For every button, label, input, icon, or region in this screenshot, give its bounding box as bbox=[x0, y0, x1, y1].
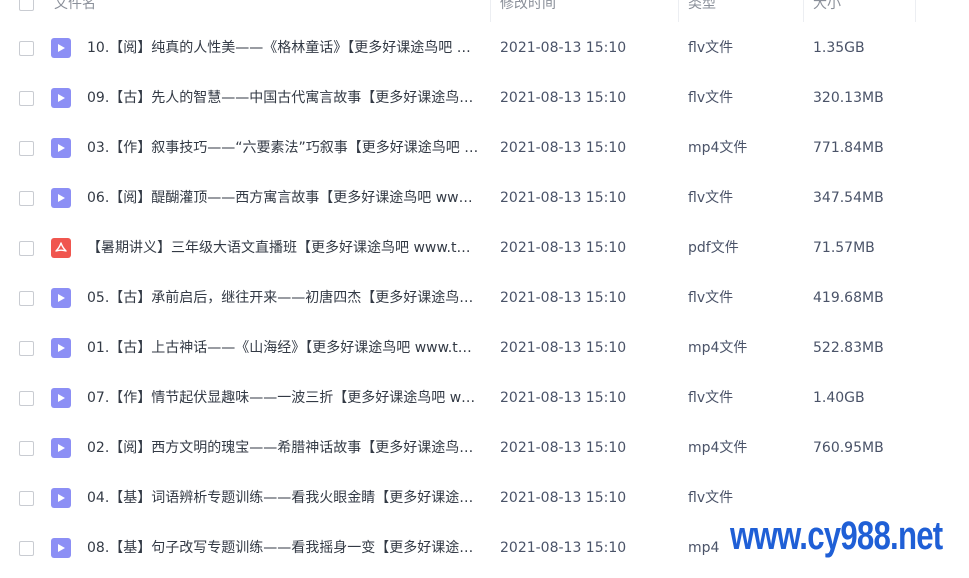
file-type: mp4文件 bbox=[688, 140, 748, 156]
file-size: 71.57MB bbox=[813, 240, 875, 256]
modified-time: 2021-08-13 15:10 bbox=[500, 190, 627, 206]
video-file-icon bbox=[51, 388, 71, 408]
row-checkbox[interactable] bbox=[19, 491, 34, 506]
row-checkbox[interactable] bbox=[19, 541, 34, 556]
file-list-header: 文件名 修改时间 🢓 类型 大小 bbox=[0, 0, 969, 22]
file-name[interactable]: 08.【基】句子改写专题训练——看我摇身一变【更多好课途鸟吧 www.tunia… bbox=[87, 523, 479, 573]
file-name[interactable]: 【暑期讲义】三年级大语文直播班【更多好课途鸟吧 www.tuniaoba.cc】… bbox=[87, 223, 479, 273]
column-header-type[interactable]: 类型 bbox=[688, 0, 716, 22]
file-type: mp4文件 bbox=[688, 440, 748, 456]
column-header-size[interactable]: 大小 bbox=[813, 0, 841, 22]
file-type: flv文件 bbox=[688, 390, 734, 406]
file-name[interactable]: 04.【基】词语辨析专题训练——看我火眼金睛【更多好课途鸟吧 www.tunia… bbox=[87, 473, 479, 523]
file-size: 320.13MB bbox=[813, 90, 884, 106]
file-size: 522.83MB bbox=[813, 340, 884, 356]
video-file-icon bbox=[51, 538, 71, 558]
table-row[interactable]: 【暑期讲义】三年级大语文直播班【更多好课途鸟吧 www.tuniaoba.cc】… bbox=[0, 223, 969, 273]
column-header-name[interactable]: 文件名 bbox=[54, 0, 96, 22]
file-list: 文件名 修改时间 🢓 类型 大小 10.【阅】纯真的人性美——《格林童话》【更多… bbox=[0, 0, 969, 578]
file-type: mp4文件 bbox=[688, 340, 748, 356]
row-checkbox[interactable] bbox=[19, 441, 34, 456]
pdf-file-icon bbox=[51, 238, 71, 258]
row-checkbox[interactable] bbox=[19, 291, 34, 306]
video-file-icon bbox=[51, 188, 71, 208]
video-file-icon bbox=[51, 138, 71, 158]
file-type: flv文件 bbox=[688, 190, 734, 206]
table-row[interactable]: 01.【古】上古神话——《山海经》【更多好课途鸟吧 www.tuniaoba.c… bbox=[0, 323, 969, 373]
row-checkbox[interactable] bbox=[19, 341, 34, 356]
video-file-icon bbox=[51, 338, 71, 358]
file-name[interactable]: 01.【古】上古神话——《山海经》【更多好课途鸟吧 www.tuniaoba.c… bbox=[87, 323, 479, 373]
video-file-icon bbox=[51, 88, 71, 108]
sort-descending-icon[interactable]: 🢓 bbox=[658, 0, 665, 22]
row-checkbox[interactable] bbox=[19, 91, 34, 106]
file-name[interactable]: 09.【古】先人的智慧——中国古代寓言故事【更多好课途鸟吧 www.tuniao… bbox=[87, 73, 479, 123]
table-row[interactable]: 07.【作】情节起伏显趣味——一波三折【更多好课途鸟吧 www.tuniaoba… bbox=[0, 373, 969, 423]
modified-time: 2021-08-13 15:10 bbox=[500, 90, 627, 106]
table-row[interactable]: 03.【作】叙事技巧——“六要素法”巧叙事【更多好课途鸟吧 www.tuniao… bbox=[0, 123, 969, 173]
file-size: 771.84MB bbox=[813, 140, 884, 156]
modified-time: 2021-08-13 15:10 bbox=[500, 240, 627, 256]
column-header-time[interactable]: 修改时间 bbox=[500, 0, 556, 22]
select-all-checkbox[interactable] bbox=[19, 0, 34, 11]
file-type: pdf文件 bbox=[688, 240, 739, 256]
column-divider bbox=[915, 0, 916, 22]
file-type: flv文件 bbox=[688, 290, 734, 306]
modified-time: 2021-08-13 15:10 bbox=[500, 540, 627, 556]
video-file-icon bbox=[51, 288, 71, 308]
watermark-text: www.cy988.net bbox=[730, 514, 943, 558]
row-checkbox[interactable] bbox=[19, 241, 34, 256]
row-checkbox[interactable] bbox=[19, 391, 34, 406]
table-row[interactable]: 10.【阅】纯真的人性美——《格林童话》【更多好课途鸟吧 www.tuniaob… bbox=[0, 23, 969, 73]
table-row[interactable]: 02.【阅】西方文明的瑰宝——希腊神话故事【更多好课途鸟吧 www.tuniao… bbox=[0, 423, 969, 473]
table-row[interactable]: 09.【古】先人的智慧——中国古代寓言故事【更多好课途鸟吧 www.tuniao… bbox=[0, 73, 969, 123]
file-name[interactable]: 06.【阅】醍醐灌顶——西方寓言故事【更多好课途鸟吧 www.tuniaoba.… bbox=[87, 173, 479, 223]
column-divider bbox=[678, 0, 679, 22]
modified-time: 2021-08-13 15:10 bbox=[500, 40, 627, 56]
row-checkbox[interactable] bbox=[19, 41, 34, 56]
table-row[interactable]: 05.【古】承前启后，继往开来——初唐四杰【更多好课途鸟吧 www.tuniao… bbox=[0, 273, 969, 323]
row-checkbox[interactable] bbox=[19, 191, 34, 206]
video-file-icon bbox=[51, 38, 71, 58]
modified-time: 2021-08-13 15:10 bbox=[500, 490, 627, 506]
file-name[interactable]: 07.【作】情节起伏显趣味——一波三折【更多好课途鸟吧 www.tuniaoba… bbox=[87, 373, 479, 423]
column-divider bbox=[803, 0, 804, 22]
file-name[interactable]: 03.【作】叙事技巧——“六要素法”巧叙事【更多好课途鸟吧 www.tuniao… bbox=[87, 123, 479, 173]
modified-time: 2021-08-13 15:10 bbox=[500, 440, 627, 456]
file-size: 1.35GB bbox=[813, 40, 865, 56]
video-file-icon bbox=[51, 488, 71, 508]
row-checkbox[interactable] bbox=[19, 141, 34, 156]
file-name[interactable]: 05.【古】承前启后，继往开来——初唐四杰【更多好课途鸟吧 www.tuniao… bbox=[87, 273, 479, 323]
modified-time: 2021-08-13 15:10 bbox=[500, 140, 627, 156]
file-type: flv文件 bbox=[688, 90, 734, 106]
file-size: 1.40GB bbox=[813, 390, 865, 406]
modified-time: 2021-08-13 15:10 bbox=[500, 390, 627, 406]
modified-time: 2021-08-13 15:10 bbox=[500, 290, 627, 306]
table-row[interactable]: 06.【阅】醍醐灌顶——西方寓言故事【更多好课途鸟吧 www.tuniaoba.… bbox=[0, 173, 969, 223]
file-type: flv文件 bbox=[688, 40, 734, 56]
file-size: 347.54MB bbox=[813, 190, 884, 206]
file-size: 419.68MB bbox=[813, 290, 884, 306]
file-name[interactable]: 10.【阅】纯真的人性美——《格林童话》【更多好课途鸟吧 www.tuniaob… bbox=[87, 23, 479, 73]
modified-time: 2021-08-13 15:10 bbox=[500, 340, 627, 356]
file-rows: 10.【阅】纯真的人性美——《格林童话》【更多好课途鸟吧 www.tuniaob… bbox=[0, 23, 969, 573]
column-divider bbox=[490, 0, 491, 22]
video-file-icon bbox=[51, 438, 71, 458]
file-size: 760.95MB bbox=[813, 440, 884, 456]
file-name[interactable]: 02.【阅】西方文明的瑰宝——希腊神话故事【更多好课途鸟吧 www.tuniao… bbox=[87, 423, 479, 473]
